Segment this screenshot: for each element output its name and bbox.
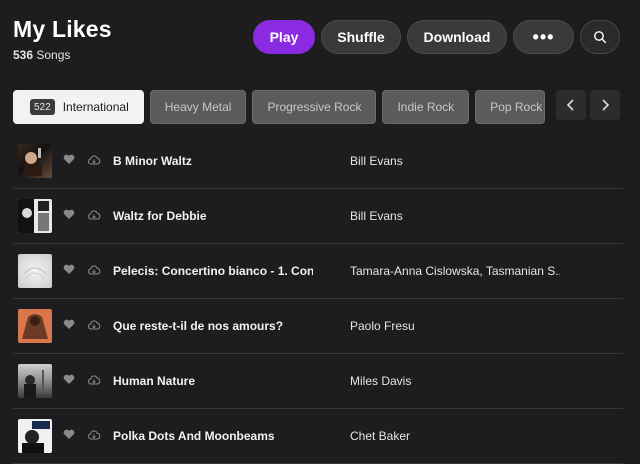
song-artist[interactable]: Chet Baker [350, 429, 560, 443]
search-button[interactable] [580, 20, 620, 54]
song-title[interactable]: B Minor Waltz [113, 154, 313, 168]
song-row[interactable]: Human Nature Miles Davis [13, 354, 623, 409]
filter-chip-progressive-rock[interactable]: Progressive Rock [252, 90, 377, 124]
cloud-download-icon[interactable] [87, 372, 101, 390]
scroll-left-button[interactable] [556, 90, 586, 120]
cloud-download-icon[interactable] [87, 317, 101, 335]
filter-chip-label: Indie Rock [397, 100, 455, 114]
filter-chip-label: Progressive Rock [267, 100, 362, 114]
cloud-download-icon[interactable] [87, 207, 101, 225]
cloud-download-icon[interactable] [87, 427, 101, 445]
heart-icon[interactable] [63, 372, 75, 390]
heart-icon[interactable] [63, 317, 75, 335]
download-button[interactable]: Download [407, 20, 507, 54]
filter-scroll-controls [556, 90, 620, 120]
search-icon [594, 31, 607, 44]
filter-chip-label: Heavy Metal [164, 100, 232, 114]
song-row[interactable]: Pelecis: Concertino bianco - 1. Con i...… [13, 244, 623, 299]
song-count: 536 Songs [13, 48, 112, 62]
filter-chip-international[interactable]: 522 International [13, 90, 144, 124]
play-button[interactable]: Play [253, 20, 315, 54]
song-title[interactable]: Waltz for Debbie [113, 209, 313, 223]
heart-icon[interactable] [63, 207, 75, 225]
song-list: B Minor Waltz Bill Evans Waltz for Debbi… [13, 134, 623, 464]
filter-count-badge: 522 [30, 99, 55, 115]
album-art [18, 364, 52, 398]
page-title: My Likes [13, 16, 112, 42]
album-art [18, 144, 52, 178]
cloud-download-icon[interactable] [87, 262, 101, 280]
song-row[interactable]: Polka Dots And Moonbeams Chet Baker [13, 409, 623, 464]
filter-chip-label: International [62, 100, 129, 114]
song-title[interactable]: Polka Dots And Moonbeams [113, 429, 313, 443]
page-header: My Likes 536 Songs [13, 16, 112, 62]
album-art [18, 254, 52, 288]
more-button[interactable]: ••• [513, 20, 574, 54]
song-artist[interactable]: Bill Evans [350, 154, 560, 168]
filter-chip-label: Pop Rock [490, 100, 543, 114]
heart-icon[interactable] [63, 262, 75, 280]
song-artist[interactable]: Tamara-Anna Cislowska, Tasmanian S... [350, 264, 560, 278]
song-row[interactable]: B Minor Waltz Bill Evans [13, 134, 623, 189]
album-art [18, 199, 52, 233]
song-title[interactable]: Human Nature [113, 374, 313, 388]
song-row[interactable]: Que reste-t-il de nos amours? Paolo Fres… [13, 299, 623, 354]
shuffle-button[interactable]: Shuffle [321, 20, 401, 54]
cloud-download-icon[interactable] [87, 152, 101, 170]
chevron-left-icon [566, 99, 574, 111]
song-artist[interactable]: Paolo Fresu [350, 319, 560, 333]
song-title[interactable]: Pelecis: Concertino bianco - 1. Con i... [113, 264, 313, 278]
album-art [18, 419, 52, 453]
album-art [18, 309, 52, 343]
filter-chip-heavy-metal[interactable]: Heavy Metal [149, 90, 247, 124]
song-artist[interactable]: Bill Evans [350, 209, 560, 223]
song-count-suffix: Songs [33, 48, 71, 62]
song-title[interactable]: Que reste-t-il de nos amours? [113, 319, 313, 333]
filter-chip-pop-rock[interactable]: Pop Rock [475, 90, 546, 124]
heart-icon[interactable] [63, 152, 75, 170]
scroll-right-button[interactable] [590, 90, 620, 120]
song-count-number: 536 [13, 48, 34, 62]
chevron-right-icon [602, 99, 610, 111]
song-artist[interactable]: Miles Davis [350, 374, 560, 388]
song-row[interactable]: Waltz for Debbie Bill Evans [13, 189, 623, 244]
filter-chip-indie-rock[interactable]: Indie Rock [382, 90, 470, 124]
genre-filter-bar: 522 International Heavy Metal Progressiv… [13, 90, 546, 124]
heart-icon[interactable] [63, 427, 75, 445]
action-bar: Play Shuffle Download ••• [253, 20, 620, 54]
